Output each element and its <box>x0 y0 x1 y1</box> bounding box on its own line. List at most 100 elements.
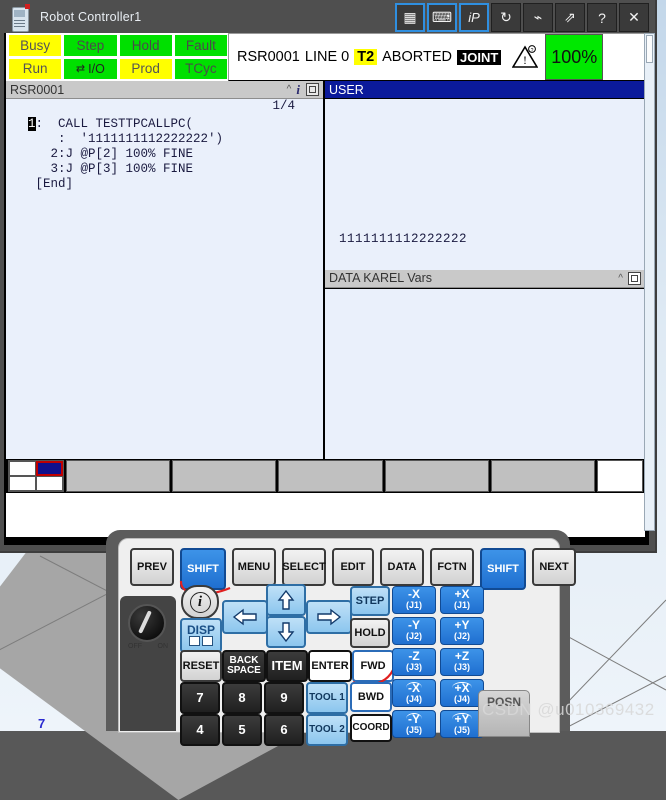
key-tool2[interactable]: TOOL 2 <box>306 714 348 746</box>
window-scrollbar[interactable] <box>644 33 655 531</box>
key-5[interactable]: 5 <box>222 714 262 746</box>
key-next[interactable]: NEXT <box>532 548 576 586</box>
function-key-f1[interactable] <box>66 460 171 492</box>
key-backspace[interactable]: BACK SPACE <box>222 650 266 682</box>
jog-key-plus-j2[interactable]: +Y (J2) <box>440 617 484 645</box>
key-9[interactable]: 9 <box>264 682 304 714</box>
keyboard-icon: ⌨ <box>431 9 453 25</box>
watermark: CSDN @u010369432 <box>482 700 655 719</box>
maximize-icon[interactable] <box>306 83 319 96</box>
key-item[interactable]: ITEM <box>266 650 308 682</box>
jog-key-plus-j1[interactable]: +X (J1) <box>440 586 484 614</box>
function-key-f2[interactable] <box>172 460 277 492</box>
jog-joint-label: (J3) <box>405 662 422 672</box>
keyboard-button[interactable]: ⌨ <box>427 3 457 32</box>
close-button[interactable]: ✕ <box>619 3 649 32</box>
key-disp[interactable]: DISP <box>180 618 222 653</box>
led-fault[interactable]: Fault <box>173 34 228 57</box>
jog-key-minus-j4[interactable]: -X (J4) <box>392 679 436 707</box>
line-cursor: 1 <box>28 117 36 131</box>
function-key-f3[interactable] <box>278 460 383 492</box>
left-arrow-icon <box>232 608 257 626</box>
key-info[interactable]: i <box>181 585 219 619</box>
key-enter[interactable]: ENTER <box>308 650 352 682</box>
key-edit[interactable]: EDIT <box>332 548 374 586</box>
key-data[interactable]: DATA <box>380 548 424 586</box>
led-hold[interactable]: Hold <box>118 34 173 57</box>
function-key-f5[interactable] <box>490 460 596 492</box>
key-fwd[interactable]: FWD <box>352 650 394 682</box>
key-disp-label: DISP <box>186 623 215 637</box>
key-prev[interactable]: PREV <box>130 548 174 586</box>
robot-antenna-icon: ⌁ <box>533 9 543 25</box>
jog-axis-label: +X <box>454 587 470 601</box>
robot-button[interactable]: ⌁ <box>523 3 553 32</box>
jog-key-minus-j3[interactable]: -Z (J3) <box>392 648 436 676</box>
led-tcyc[interactable]: TCyc <box>173 57 228 80</box>
jog-key-minus-j1[interactable]: -X (J1) <box>392 586 436 614</box>
estop-knob[interactable] <box>128 604 166 642</box>
key-arrow-down[interactable] <box>266 616 306 648</box>
program-code[interactable]: 1: CALL TESTTPCALLPC( : '111111111222222… <box>6 113 323 192</box>
code-line: 1: CALL TESTTPCALLPC( <box>6 117 323 132</box>
key-reset[interactable]: RESET <box>180 650 222 682</box>
key-shift-left[interactable]: SHIFT <box>180 548 226 590</box>
key-shift-right[interactable]: SHIFT <box>480 548 526 590</box>
jog-key-plus-j3[interactable]: +Z (J3) <box>440 648 484 676</box>
refresh-button[interactable]: ↻ <box>491 3 521 32</box>
key-tool1[interactable]: TOOL 1 <box>306 682 348 714</box>
function-key-next[interactable] <box>597 460 644 492</box>
led-io[interactable]: ⇄ I/O <box>63 57 118 80</box>
fkey-cell-tl <box>9 461 36 476</box>
ip-button[interactable]: iP <box>459 3 489 32</box>
key-menu[interactable]: MENU <box>232 548 276 586</box>
estop-off-label: OFF <box>128 643 142 650</box>
key-select[interactable]: SELECT <box>282 548 326 586</box>
led-step[interactable]: Step <box>63 34 118 57</box>
teach-pendant-view-button[interactable]: ▦ <box>395 3 425 32</box>
jog-joint-label: (J4) <box>453 693 470 704</box>
led-prod[interactable]: Prod <box>118 57 173 80</box>
scrollbar-thumb[interactable] <box>646 35 653 63</box>
user-pane: USER 1111111112222222 DATA KAREL Vars ^ <box>325 81 645 459</box>
override-badge[interactable]: 100% <box>545 34 604 80</box>
key-arrow-left[interactable] <box>222 600 268 634</box>
jog-key-minus-j5[interactable]: -Y (J5) <box>392 710 436 738</box>
key-coord[interactable]: COORD <box>350 714 392 742</box>
key-4[interactable]: 4 <box>180 714 220 746</box>
key-step[interactable]: STEP <box>350 586 390 616</box>
code-line: [End] <box>28 177 74 191</box>
led-busy[interactable]: Busy <box>8 34 63 57</box>
info-icon[interactable]: i <box>296 82 300 98</box>
viewport-axis-label: 7 <box>38 716 46 731</box>
estop-switch[interactable]: OFF ON <box>128 604 168 650</box>
page-indicator: 1/4 <box>272 99 295 113</box>
status-run-state: ABORTED <box>382 49 452 65</box>
maximize-icon[interactable] <box>628 271 641 285</box>
key-7[interactable]: 7 <box>180 682 220 714</box>
key-arrow-right[interactable] <box>306 600 352 634</box>
chevron-up-icon[interactable]: ^ <box>618 273 623 284</box>
led-run[interactable]: Run <box>8 57 63 80</box>
key-8[interactable]: 8 <box>222 682 262 714</box>
help-button[interactable]: ? <box>587 3 617 32</box>
user-output-area[interactable]: 1111111112222222 <box>325 99 645 270</box>
jog-axis-label: +Z <box>454 649 470 663</box>
key-arrow-up[interactable] <box>266 584 306 616</box>
karel-vars-area[interactable] <box>325 287 645 459</box>
key-6[interactable]: 6 <box>264 714 304 746</box>
led-io-label: I/O <box>88 61 105 76</box>
key-fctn[interactable]: FCTN <box>430 548 474 586</box>
jog-key-minus-j2[interactable]: -Y (J2) <box>392 617 436 645</box>
keypad-row-top: PREV SHIFT MENU SELECT EDIT DATA FCTN SH… <box>130 548 576 590</box>
estop-on-label: ON <box>157 643 169 650</box>
code-line: 3:J @P[3] 100% FINE <box>28 162 194 176</box>
key-hold[interactable]: HOLD <box>350 618 390 648</box>
detach-button[interactable]: ⇗ <box>555 3 585 32</box>
function-key-bar <box>6 459 645 493</box>
key-bwd[interactable]: BWD <box>350 682 392 712</box>
function-key-f4[interactable] <box>384 460 489 492</box>
chevron-up-icon[interactable]: ^ <box>287 84 292 95</box>
jog-axis-label-arc: +X <box>452 680 472 695</box>
close-icon: ✕ <box>628 9 640 25</box>
